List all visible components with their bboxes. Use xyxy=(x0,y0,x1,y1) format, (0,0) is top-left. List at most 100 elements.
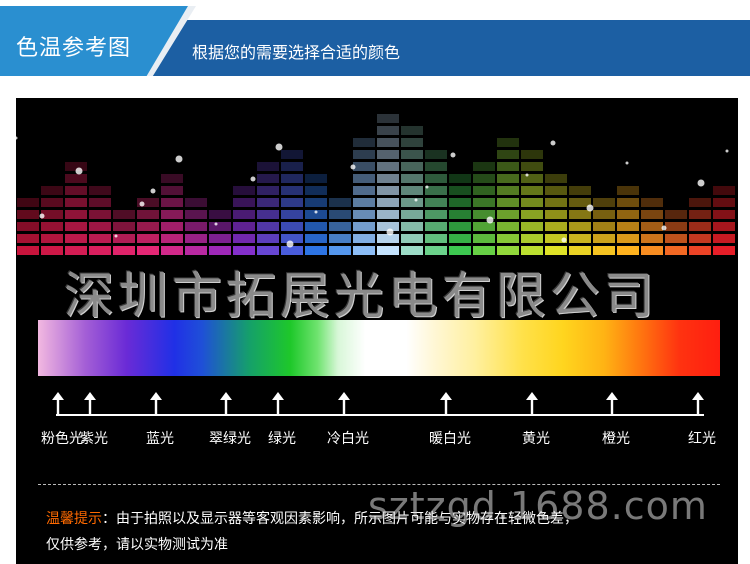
sparkle-dot xyxy=(350,164,356,170)
equalizer-block xyxy=(65,174,87,183)
equalizer-block xyxy=(641,198,663,207)
equalizer-block xyxy=(713,234,735,243)
equalizer-block xyxy=(665,222,687,231)
equalizer-block xyxy=(569,186,591,195)
equalizer-block xyxy=(713,210,735,219)
spectrum-scale-line xyxy=(56,414,704,416)
spectrum-tick-arrow xyxy=(272,392,284,414)
equalizer-block xyxy=(521,162,543,171)
sparkle-dot xyxy=(175,155,183,163)
equalizer-block xyxy=(161,198,183,207)
equalizer-block xyxy=(401,186,423,195)
equalizer-block xyxy=(497,162,519,171)
spectrum-label: 暖白光 xyxy=(429,431,471,447)
spectrum-tick-arrow xyxy=(526,392,538,414)
equalizer-block xyxy=(521,222,543,231)
equalizer-block xyxy=(617,198,639,207)
equalizer-block xyxy=(257,222,279,231)
spectrum-label: 粉色光 xyxy=(41,431,83,447)
equalizer-block xyxy=(257,198,279,207)
equalizer-block xyxy=(65,222,87,231)
sparkle-dot xyxy=(214,222,218,226)
equalizer-block xyxy=(353,246,375,255)
equalizer-block xyxy=(65,234,87,243)
sparkle-dot xyxy=(586,204,594,212)
equalizer-block xyxy=(665,246,687,255)
equalizer-block xyxy=(617,222,639,231)
equalizer-block xyxy=(521,246,543,255)
spectrum-tick-arrow xyxy=(150,392,162,414)
sparkle-dot xyxy=(661,225,667,231)
equalizer-block xyxy=(233,198,255,207)
equalizer-block xyxy=(377,174,399,183)
equalizer-block xyxy=(593,222,615,231)
equalizer-block xyxy=(65,186,87,195)
spectrum-label: 绿光 xyxy=(268,431,296,447)
equalizer-block xyxy=(65,210,87,219)
equalizer-block xyxy=(593,210,615,219)
equalizer-block xyxy=(377,198,399,207)
spectrum-label: 蓝光 xyxy=(146,431,174,447)
equalizer-block xyxy=(257,174,279,183)
sparkle-dot xyxy=(114,234,118,238)
spectrum-tick-arrow xyxy=(338,392,350,414)
sparkle-dot xyxy=(486,216,494,224)
equalizer-block xyxy=(161,210,183,219)
sparkle-dot xyxy=(250,176,256,182)
equalizer-block xyxy=(65,198,87,207)
sparkle-dot xyxy=(150,188,156,194)
equalizer-block xyxy=(641,210,663,219)
equalizer-block xyxy=(401,162,423,171)
equalizer-block xyxy=(545,246,567,255)
page-title: 色温参考图 xyxy=(16,36,132,61)
equalizer-block xyxy=(137,222,159,231)
equalizer-block xyxy=(641,234,663,243)
equalizer-block xyxy=(233,210,255,219)
equalizer-block xyxy=(425,198,447,207)
equalizer-block xyxy=(17,198,39,207)
equalizer-block xyxy=(545,198,567,207)
equalizer-block xyxy=(233,222,255,231)
equalizer-block xyxy=(377,234,399,243)
color-spectrum-bar xyxy=(38,320,720,376)
equalizer-block xyxy=(473,222,495,231)
equalizer-block xyxy=(281,174,303,183)
sparkle-dot xyxy=(697,179,705,187)
equalizer-block xyxy=(209,234,231,243)
equalizer-block xyxy=(713,198,735,207)
equalizer-block xyxy=(401,210,423,219)
equalizer-block xyxy=(41,198,63,207)
equalizer-block xyxy=(497,138,519,147)
equalizer-block xyxy=(449,234,471,243)
equalizer-block xyxy=(281,198,303,207)
sparkle-dot xyxy=(75,167,83,175)
equalizer-block xyxy=(689,246,711,255)
equalizer-block xyxy=(401,198,423,207)
equalizer-block xyxy=(497,150,519,159)
equalizer-block xyxy=(353,138,375,147)
equalizer-block xyxy=(17,222,39,231)
equalizer-block xyxy=(377,114,399,123)
site-watermark: sztzgd.1688.com xyxy=(368,484,708,528)
equalizer-block xyxy=(257,210,279,219)
equalizer-block xyxy=(41,246,63,255)
equalizer-block xyxy=(377,210,399,219)
equalizer-block xyxy=(617,210,639,219)
spectrum-label: 橙光 xyxy=(602,431,630,447)
spectrum-label: 黄光 xyxy=(522,431,550,447)
equalizer-block xyxy=(521,174,543,183)
spectrum-tick-arrow xyxy=(220,392,232,414)
sparkle-dot xyxy=(625,161,629,165)
equalizer-block xyxy=(185,234,207,243)
equalizer-block xyxy=(161,234,183,243)
equalizer-block xyxy=(113,246,135,255)
equalizer-block xyxy=(569,246,591,255)
equalizer-block xyxy=(521,150,543,159)
equalizer-block xyxy=(689,198,711,207)
equalizer-block xyxy=(377,246,399,255)
equalizer-block xyxy=(209,222,231,231)
equalizer-block xyxy=(137,246,159,255)
equalizer-block xyxy=(41,234,63,243)
equalizer-block xyxy=(401,138,423,147)
equalizer-block xyxy=(473,246,495,255)
